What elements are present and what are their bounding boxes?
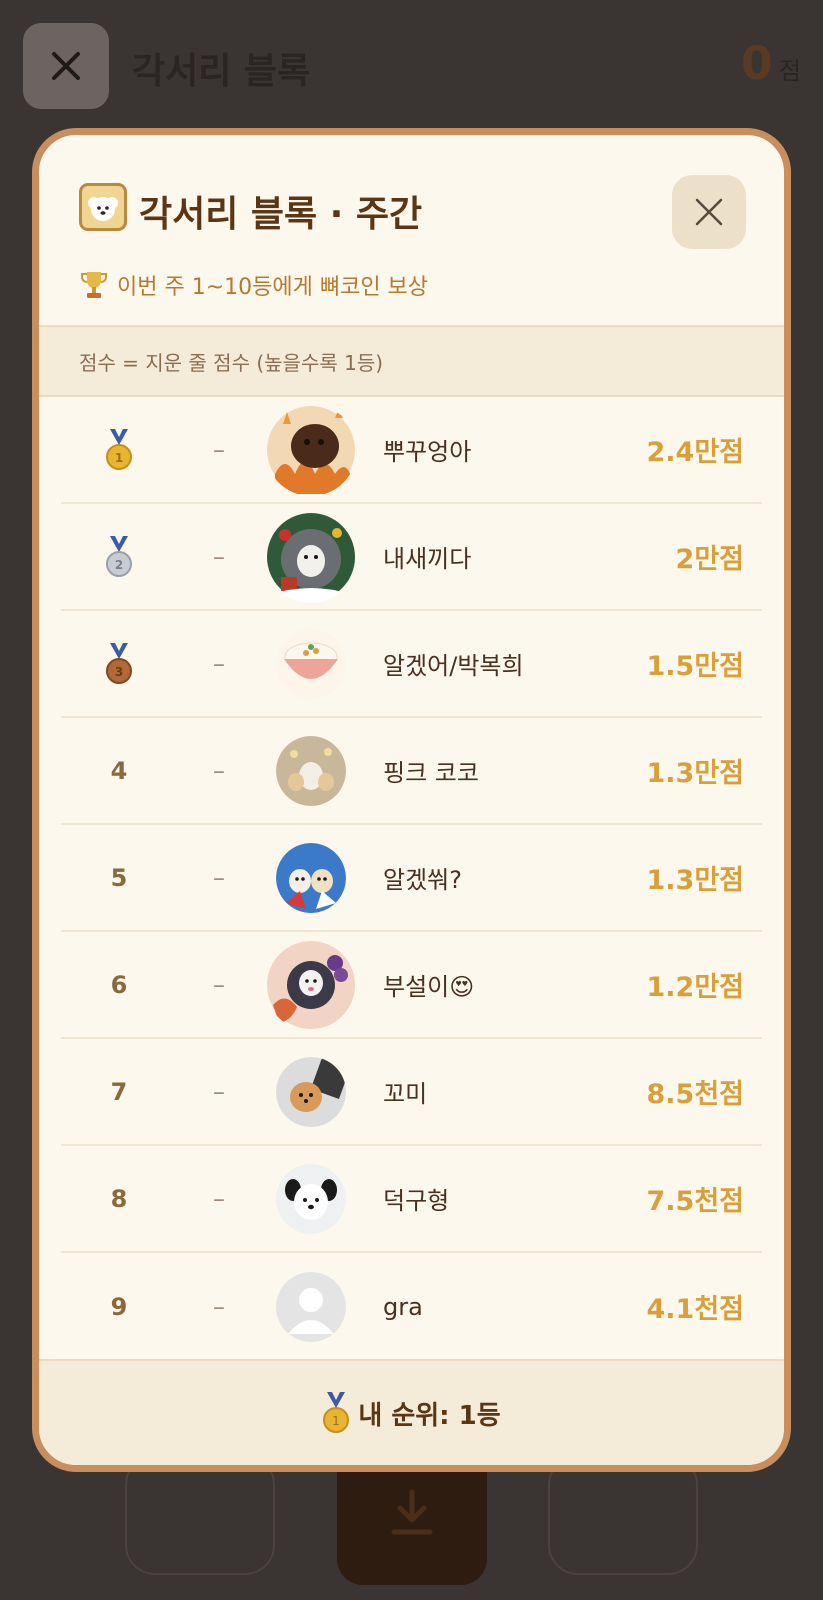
modal-close-button[interactable] [672, 175, 746, 249]
player-score: 1.2만점 [646, 972, 744, 1003]
gold-medal-icon: 1 [323, 1392, 350, 1433]
dog-christmas-avatar-icon [267, 512, 355, 603]
player-name: 알겠쒀? [383, 866, 462, 894]
user-avatar [276, 735, 346, 806]
game-close-button[interactable] [23, 23, 109, 109]
player-score: 1.3만점 [646, 865, 744, 896]
my-rank-text: 내 순위: 1등 [358, 1400, 501, 1431]
leaderboard-row[interactable]: 5 – 알겠쒀? 1.3만점 [61, 825, 762, 932]
leaderboard-row[interactable]: 4 – 핑크 코코 1.3만점 [61, 718, 762, 825]
close-icon [52, 52, 80, 80]
svg-text:3: 3 [115, 665, 123, 679]
rank-cell: 9 [110, 1292, 128, 1321]
user-avatar [276, 1271, 346, 1342]
player-score: 1.3만점 [646, 758, 744, 789]
leaderboard-row[interactable]: 3 – 알겠어/박복희 1.5만점 [61, 611, 762, 718]
reward-text: 이번 주 1~10등에게 뼈코인 보상 [117, 275, 429, 300]
rice-bowl-avatar-icon [276, 628, 346, 699]
bronze-medal-icon: 3 [106, 642, 132, 684]
rank-change: – [213, 1292, 225, 1321]
rank-change: – [213, 1184, 225, 1213]
player-score: 8.5천점 [646, 1079, 744, 1110]
leaderboard-row[interactable]: 2 – 내새끼다 2만점 [61, 504, 762, 611]
modal-title: 각서리 블록 · 주간 [139, 194, 423, 235]
my-rank-footer: 1 내 순위: 1등 [39, 1359, 784, 1465]
pomeranian-avatar-icon [276, 1056, 346, 1127]
rank-cell: 6 [110, 970, 128, 999]
modal-header: 각서리 블록 · 주간 이번 주 1~10등에게 뼈코인 보상 [39, 135, 784, 325]
svg-text:1: 1 [333, 1414, 341, 1428]
score-info-bar: 점수 = 지운 줄 점수 (높을수록 1등) [39, 325, 784, 397]
rank-change: – [213, 435, 225, 464]
user-avatar [276, 628, 346, 699]
player-name: 핑크 코코 [383, 759, 479, 787]
rank-cell: 1 [61, 428, 177, 471]
user-avatar [265, 939, 357, 1031]
leaderboard-list: 1 – 뿌꾸엉아 2.4만점 2 – 내새끼다 2만점 3 – 알겠어/박복희 … [39, 397, 784, 1360]
rank-cell: 2 [61, 535, 177, 578]
player-name: 내새끼다 [383, 545, 472, 573]
player-name: 덕구형 [383, 1187, 450, 1215]
player-score: 2만점 [675, 544, 744, 575]
gold-medal-icon: 1 [106, 428, 132, 470]
rank-cell: 7 [110, 1077, 128, 1106]
player-name: 부설이😍 [383, 973, 475, 1001]
rank-change: – [213, 863, 225, 892]
leaderboard-row[interactable]: 9 – gra 4.1천점 [61, 1253, 762, 1360]
rank-change: – [213, 756, 225, 785]
dogs-photo-avatar-icon [276, 735, 346, 806]
svg-text:2: 2 [115, 558, 123, 572]
player-score: 2.4만점 [646, 437, 744, 468]
game-score: 0 점 [741, 36, 801, 90]
rank-cell: 4 [110, 756, 128, 785]
leaderboard-modal: 각서리 블록 · 주간 이번 주 1~10등에게 뼈코인 보상 점수 = 지운 … [32, 128, 791, 1472]
user-avatar [276, 1163, 346, 1234]
leaderboard-row[interactable]: 6 – 부설이😍 1.2만점 [61, 932, 762, 1039]
rank-cell: 3 [61, 642, 177, 685]
game-score-value: 0 [740, 36, 773, 90]
user-avatar [265, 511, 357, 603]
bottom-right-button[interactable] [548, 1455, 698, 1575]
silver-medal-icon: 2 [106, 535, 132, 577]
white-dog-avatar-icon [276, 1163, 346, 1234]
close-icon [695, 198, 723, 226]
rank-cell: 5 [110, 863, 128, 892]
leaderboard-row[interactable]: 7 – 꼬미 8.5천점 [61, 1039, 762, 1146]
bottom-left-button[interactable] [125, 1455, 275, 1575]
svg-text:1: 1 [115, 451, 123, 465]
player-name: 꼬미 [383, 1080, 428, 1108]
default-avatar-icon [276, 1271, 346, 1342]
game-logo-icon [79, 183, 127, 231]
trophy-icon [81, 272, 107, 298]
reward-notice: 이번 주 1~10등에게 뼈코인 보상 [79, 269, 428, 301]
player-name: 뿌꾸엉아 [383, 438, 472, 466]
player-score: 1.5만점 [646, 651, 744, 682]
leaderboard-row[interactable]: 1 – 뿌꾸엉아 2.4만점 [61, 397, 762, 504]
player-score: 4.1천점 [646, 1294, 744, 1325]
two-dogs-avatar-icon [276, 842, 346, 913]
leaderboard-row[interactable]: 8 – 덕구형 7.5천점 [61, 1146, 762, 1253]
user-avatar [265, 404, 357, 496]
rank-change: – [213, 1077, 225, 1106]
dog-campfire-avatar-icon [267, 405, 355, 494]
rank-change: – [213, 542, 225, 571]
rank-cell: 8 [110, 1184, 128, 1213]
dog-grapes-avatar-icon [267, 940, 355, 1029]
user-avatar [276, 1056, 346, 1127]
game-title: 각서리 블록 [132, 51, 311, 92]
user-avatar [276, 842, 346, 913]
rank-change: – [213, 970, 225, 999]
game-score-unit: 점 [778, 57, 801, 85]
rank-change: – [213, 649, 225, 678]
player-name: gra [383, 1292, 423, 1321]
player-score: 7.5천점 [646, 1186, 744, 1217]
download-icon [391, 1489, 433, 1534]
player-name: 알겠어/박복희 [383, 652, 524, 680]
